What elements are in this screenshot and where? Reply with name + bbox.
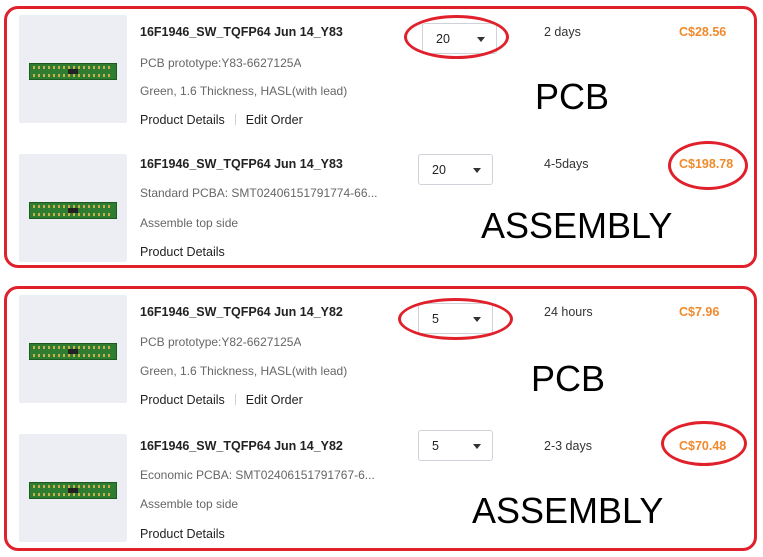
item-title: 16F1946_SW_TQFP64 Jun 14_Y83 <box>140 25 343 39</box>
item-title: 16F1946_SW_TQFP64 Jun 14_Y82 <box>140 305 343 319</box>
item-type-line: PCB prototype:Y82-6627125A <box>140 335 302 349</box>
item-links: Product Details <box>140 245 225 259</box>
pcb-annotation-label: PCB <box>535 76 610 117</box>
pcb-annotation-label: PCB <box>531 358 606 399</box>
item-title: 16F1946_SW_TQFP64 Jun 14_Y83 <box>140 157 343 171</box>
item-spec-line: Assemble top side <box>140 216 239 230</box>
edit-order-link[interactable]: Edit Order <box>246 113 303 127</box>
price-highlight-oval <box>668 141 748 190</box>
build-time: 2 days <box>544 25 581 39</box>
pcb-board-image <box>29 63 117 80</box>
qty-highlight-oval <box>404 15 509 59</box>
assembly-thumbnail[interactable] <box>19 154 127 262</box>
item-type-line: Economic PCBA: SMT02406151791767-6... <box>140 468 375 482</box>
pcba-board-image <box>29 482 117 499</box>
pcb-thumbnail[interactable] <box>19 295 127 403</box>
caret-down-icon <box>473 168 481 173</box>
product-details-link[interactable]: Product Details <box>140 245 225 259</box>
assembly-annotation-label: ASSEMBLY <box>472 490 664 531</box>
quantity-select[interactable]: 5 <box>418 430 493 461</box>
item-links: Product Details Edit Order <box>140 113 303 127</box>
item-spec-line: Green, 1.6 Thickness, HASL(with lead) <box>140 84 348 98</box>
item-spec-line: Assemble top side <box>140 497 239 511</box>
pcba-board-image <box>29 202 117 219</box>
link-divider <box>234 114 236 125</box>
product-details-link[interactable]: Product Details <box>140 527 225 541</box>
build-time: 4-5days <box>544 157 589 171</box>
item-type-line: PCB prototype:Y83-6627125A <box>140 56 302 70</box>
quantity-value: 20 <box>432 163 446 177</box>
product-details-link[interactable]: Product Details <box>140 113 225 127</box>
price-highlight-oval <box>661 421 747 466</box>
pcb-board-image <box>29 343 117 360</box>
item-price: C$28.56 <box>679 25 727 39</box>
link-divider <box>234 394 236 405</box>
quantity-select[interactable]: 20 <box>418 154 493 185</box>
pcb-thumbnail[interactable] <box>19 15 127 123</box>
assembly-thumbnail[interactable] <box>19 434 127 542</box>
item-title: 16F1946_SW_TQFP64 Jun 14_Y82 <box>140 439 343 453</box>
build-time: 24 hours <box>544 305 593 319</box>
item-price: C$7.96 <box>679 305 720 319</box>
quantity-value: 5 <box>432 439 439 453</box>
item-spec-line: Green, 1.6 Thickness, HASL(with lead) <box>140 364 348 378</box>
product-details-link[interactable]: Product Details <box>140 393 225 407</box>
item-type-line: Standard PCBA: SMT02406151791774-66... <box>140 186 378 200</box>
caret-down-icon <box>473 444 481 449</box>
pcb-order-item: 16F1946_SW_TQFP64 Jun 14_Y83 PCB prototy… <box>7 11 754 131</box>
build-time: 2-3 days <box>544 439 592 453</box>
assembly-annotation-label: ASSEMBLY <box>481 205 673 246</box>
pcb-order-item: 16F1946_SW_TQFP64 Jun 14_Y82 PCB prototy… <box>7 291 754 411</box>
item-links: Product Details Edit Order <box>140 393 303 407</box>
edit-order-link[interactable]: Edit Order <box>246 393 303 407</box>
qty-highlight-oval <box>398 298 513 340</box>
item-links: Product Details <box>140 527 225 541</box>
